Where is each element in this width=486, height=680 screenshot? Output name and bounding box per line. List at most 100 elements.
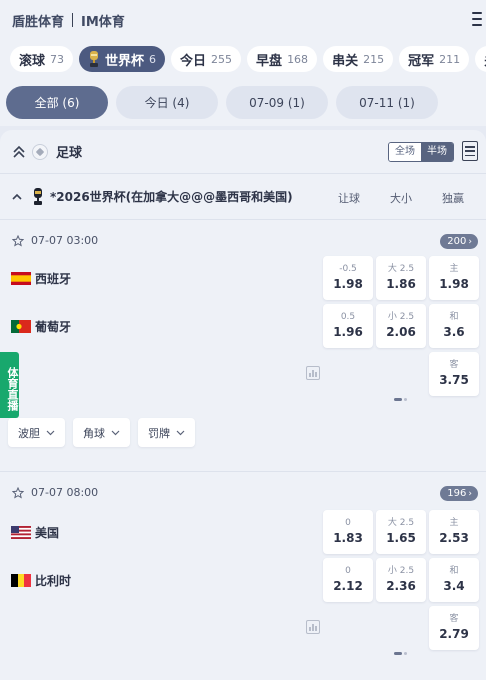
- odds-moneyline-draw[interactable]: 和 3.4: [429, 558, 479, 602]
- menu-icon[interactable]: [472, 12, 482, 26]
- tab-count: 6: [149, 52, 157, 66]
- match-row: 07-07 03:00 200 › 西班牙 葡萄牙 -0.5 1.98 大 2.5 1…: [0, 220, 486, 472]
- odds-moneyline-home[interactable]: 主 2.53: [429, 510, 479, 554]
- chevron-down-icon: [176, 430, 185, 435]
- tab-label: 滚球: [19, 53, 46, 69]
- tab-count: 211: [439, 52, 461, 66]
- home-team: 美国: [11, 524, 59, 541]
- tab-count: 215: [363, 52, 385, 66]
- chevron-down-icon: [111, 430, 120, 435]
- sub-market-cards[interactable]: 罚牌: [138, 418, 195, 447]
- odds-over[interactable]: 大 2.5 1.65: [376, 510, 426, 554]
- more-markets-count: 200: [447, 236, 467, 247]
- match-time: 07-07 03:00: [12, 234, 98, 247]
- odds-handicap-home[interactable]: -0.5 1.98: [323, 256, 373, 300]
- trophy-icon: [34, 188, 42, 205]
- sub-market-corners[interactable]: 角球: [73, 418, 130, 447]
- odds-line: 小 2.5: [387, 312, 415, 322]
- spain-flag-icon: [11, 272, 31, 285]
- tab-live[interactable]: 滚球 73: [10, 46, 74, 72]
- usa-flag-icon: [11, 526, 31, 539]
- odds-value: 1.98: [333, 277, 363, 291]
- odds-value: 2.79: [439, 627, 469, 641]
- odds-over[interactable]: 大 2.5 1.86: [376, 256, 426, 300]
- odds-value: 1.98: [439, 277, 469, 291]
- odds-line: 主: [449, 264, 459, 274]
- rules-doc-icon[interactable]: [462, 141, 478, 161]
- odds-value: 1.65: [386, 531, 416, 545]
- toggle-full-time[interactable]: 全场: [389, 143, 421, 161]
- brand-im[interactable]: IM体育: [81, 11, 125, 30]
- date-filter-0711[interactable]: 07-11 (1): [336, 86, 438, 119]
- odds-handicap-away[interactable]: 0.5 1.96: [323, 304, 373, 348]
- brand-dunsheng[interactable]: 盾胜体育: [12, 11, 64, 30]
- odds-moneyline-away[interactable]: 客 2.79: [429, 606, 479, 650]
- collapse-all-icon[interactable]: [12, 145, 26, 159]
- tab-today[interactable]: 今日 255: [171, 46, 242, 72]
- tab-outright[interactable]: 冠军 211: [399, 46, 470, 72]
- odds-line: 主: [449, 518, 459, 528]
- sub-market-label: 罚牌: [148, 426, 170, 440]
- tab-parlay[interactable]: 串关 215: [323, 46, 394, 72]
- odds-value: 2.06: [386, 325, 416, 339]
- odds-value: 3.75: [439, 373, 469, 387]
- more-markets-badge[interactable]: 196 ›: [440, 486, 478, 501]
- chevron-right-icon: ›: [468, 488, 472, 499]
- col-header-overunder: 大小: [390, 192, 412, 205]
- date-filter-all[interactable]: 全部 (6): [6, 86, 108, 119]
- tab-world-cup[interactable]: 世界杯 6: [79, 46, 166, 72]
- sport-name: 足球: [56, 146, 83, 161]
- odds-line: 和: [449, 566, 459, 576]
- away-team-name: 葡萄牙: [35, 320, 72, 334]
- odds-line: -0.5: [339, 264, 357, 274]
- odds-handicap-away[interactable]: 0 2.12: [323, 558, 373, 602]
- odds-value: 1.96: [333, 325, 363, 339]
- match-row: 07-07 08:00 196 › 美国 比利时 0 1.83 大 2.5 1.65 …: [0, 472, 486, 680]
- odds-under[interactable]: 小 2.5 2.36: [376, 558, 426, 602]
- sub-market-row: 波胆 角球 罚牌: [8, 418, 195, 447]
- more-markets-count: 196: [447, 488, 467, 499]
- star-icon[interactable]: [12, 234, 24, 247]
- odds-moneyline-away[interactable]: 客 3.75: [429, 352, 479, 396]
- sport-header[interactable]: 足球 全场 半场: [0, 130, 486, 174]
- portugal-flag-icon: [11, 320, 31, 333]
- odds-moneyline-draw[interactable]: 和 3.6: [429, 304, 479, 348]
- odds-value: 1.83: [333, 531, 363, 545]
- match-time: 07-07 08:00: [12, 486, 98, 499]
- toggle-half-time[interactable]: 半场: [421, 143, 453, 161]
- star-icon[interactable]: [12, 486, 24, 499]
- home-team-name: 西班牙: [35, 272, 72, 286]
- odds-moneyline-home[interactable]: 主 1.98: [429, 256, 479, 300]
- chevron-up-icon[interactable]: [12, 192, 22, 202]
- brand-divider: [72, 13, 74, 27]
- period-toggle[interactable]: 全场 半场: [388, 142, 454, 162]
- league-header[interactable]: *2026世界杯(在加拿大@@@墨西哥和美国) 让球 大小 独赢: [0, 174, 486, 220]
- tab-early[interactable]: 早盘 168: [247, 46, 318, 72]
- col-header-handicap: 让球: [338, 192, 360, 205]
- odds-line: 和: [449, 312, 459, 322]
- stats-icon[interactable]: [306, 366, 320, 380]
- odds-line: 大 2.5: [387, 264, 415, 274]
- league-name: *2026世界杯(在加拿大@@@墨西哥和美国): [50, 190, 293, 204]
- odds-line: 小 2.5: [387, 566, 415, 576]
- match-time-text: 07-07 08:00: [31, 486, 99, 499]
- odds-handicap-home[interactable]: 0 1.83: [323, 510, 373, 554]
- odds-value: 1.86: [386, 277, 416, 291]
- date-filters: 全部 (6) 今日 (4) 07-09 (1) 07-11 (1): [0, 76, 486, 126]
- odds-line: 0: [345, 518, 351, 528]
- soccer-ball-icon: [32, 143, 48, 160]
- tab-more[interactable]: 关: [475, 46, 486, 72]
- belgium-flag-icon: [11, 574, 31, 587]
- sub-market-correct-score[interactable]: 波胆: [8, 418, 65, 447]
- date-filter-today[interactable]: 今日 (4): [116, 86, 218, 119]
- date-filter-0709[interactable]: 07-09 (1): [226, 86, 328, 119]
- stats-icon[interactable]: [306, 620, 320, 634]
- sport-tabs: 滚球 73 世界杯 6 今日 255 早盘 168 串关 215 冠军 211 关: [0, 40, 486, 76]
- more-markets-badge[interactable]: 200 ›: [440, 234, 478, 249]
- live-stream-tag[interactable]: 体育直播: [0, 352, 19, 418]
- odds-value: 2.12: [333, 579, 363, 593]
- tab-label: 世界杯: [105, 53, 145, 69]
- odds-under[interactable]: 小 2.5 2.06: [376, 304, 426, 348]
- sportsbook-page: 盾胜体育 IM体育 滚球 73 世界杯 6 今日 255 早盘 168 串关 215 冠军…: [0, 0, 486, 680]
- odds-value: 3.6: [443, 325, 465, 339]
